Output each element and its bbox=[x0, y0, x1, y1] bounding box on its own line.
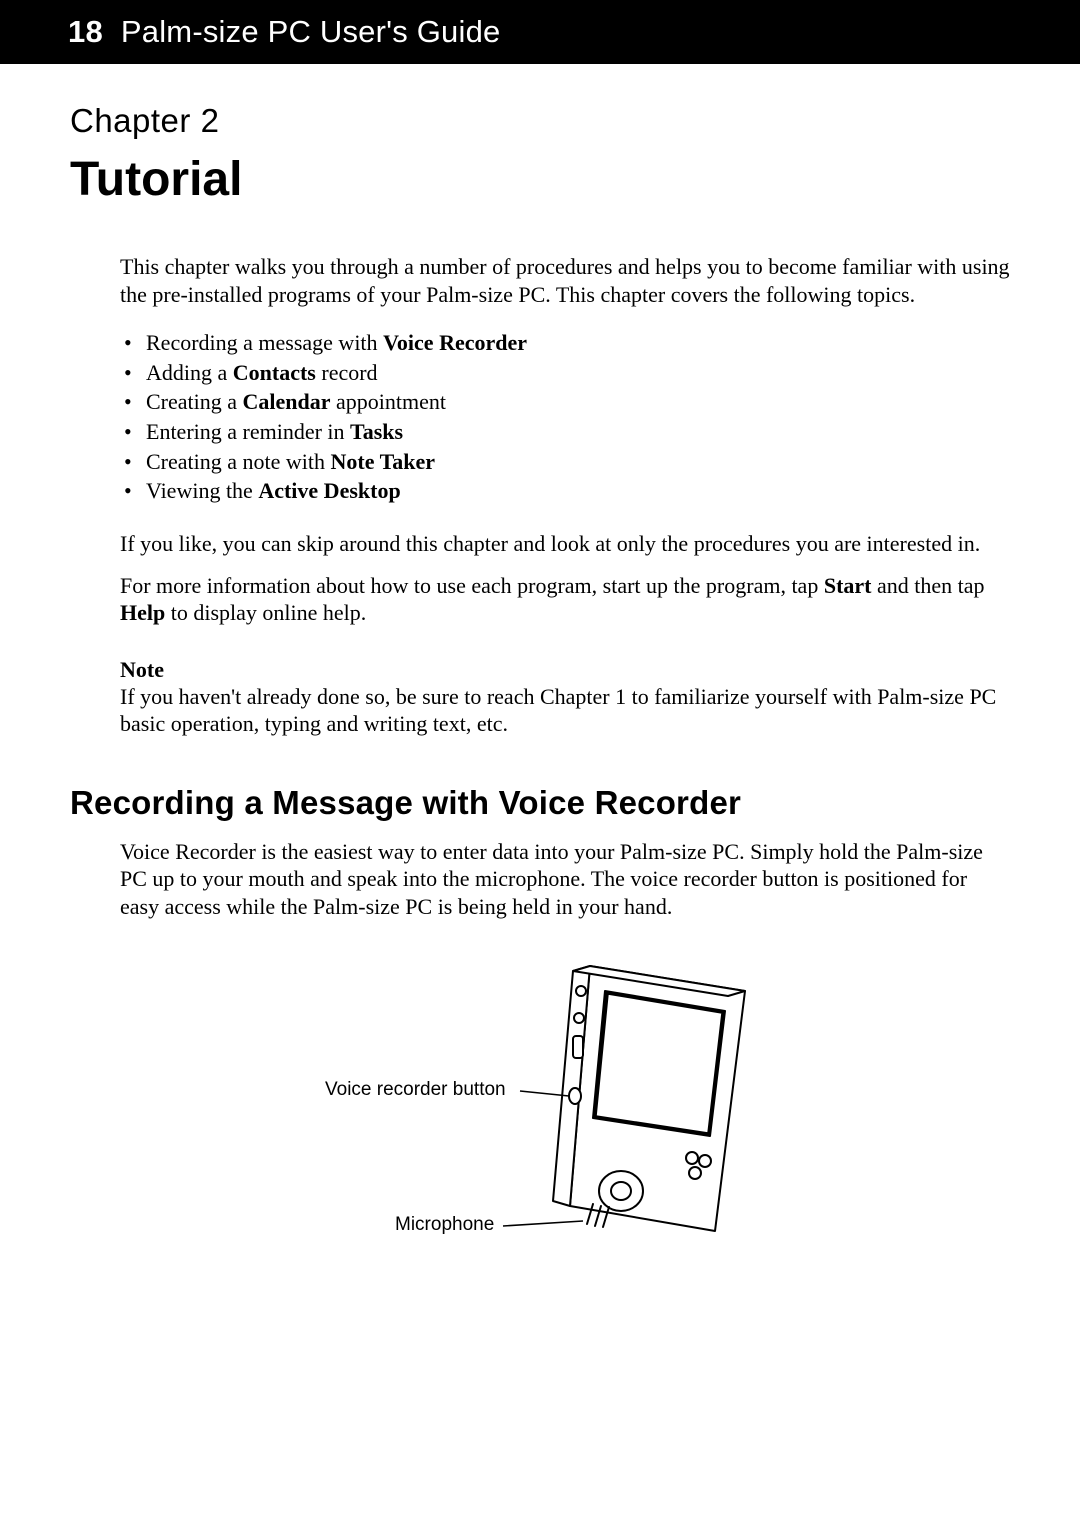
section-body: Voice Recorder is the easiest way to ent… bbox=[70, 838, 1010, 1277]
note-heading: Note bbox=[120, 657, 1010, 683]
device-figure: Voice recorder button Microphone bbox=[120, 946, 1010, 1276]
intro-block: This chapter walks you through a number … bbox=[70, 253, 1010, 738]
callout-microphone: Microphone bbox=[395, 1214, 494, 1235]
topic-item: Adding a Contacts record bbox=[120, 358, 1010, 388]
intro-paragraph: This chapter walks you through a number … bbox=[120, 253, 1010, 308]
note-body: If you haven't already done so, be sure … bbox=[120, 683, 1010, 738]
page-content: Chapter 2 Tutorial This chapter walks yo… bbox=[0, 64, 1080, 1336]
topics-list: Recording a message with Voice Recorder … bbox=[120, 328, 1010, 506]
more-info-paragraph: For more information about how to use ea… bbox=[120, 572, 1010, 627]
skip-paragraph: If you like, you can skip around this ch… bbox=[120, 530, 1010, 558]
section-heading: Recording a Message with Voice Recorder bbox=[70, 784, 1010, 822]
chapter-title: Tutorial bbox=[70, 152, 1010, 207]
section-paragraph: Voice Recorder is the easiest way to ent… bbox=[120, 838, 1010, 921]
topic-item: Creating a note with Note Taker bbox=[120, 447, 1010, 477]
device-illustration-icon: Voice recorder button Microphone bbox=[325, 946, 805, 1276]
page-number: 18 bbox=[68, 14, 103, 49]
callout-voice-recorder: Voice recorder button bbox=[325, 1079, 506, 1100]
topic-item: Entering a reminder in Tasks bbox=[120, 417, 1010, 447]
topic-item: Recording a message with Voice Recorder bbox=[120, 328, 1010, 358]
topic-item: Viewing the Active Desktop bbox=[120, 476, 1010, 506]
running-header: 18 Palm-size PC User's Guide bbox=[0, 0, 1080, 64]
topic-item: Creating a Calendar appointment bbox=[120, 387, 1010, 417]
chapter-label: Chapter 2 bbox=[70, 102, 1010, 140]
book-title: Palm-size PC User's Guide bbox=[121, 14, 501, 49]
